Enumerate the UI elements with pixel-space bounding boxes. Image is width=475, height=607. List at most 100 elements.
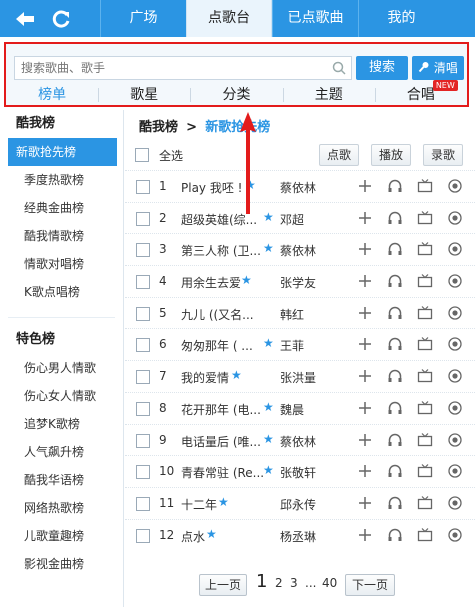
- song-artist[interactable]: 张敬轩: [280, 464, 316, 481]
- song-checkbox[interactable]: [136, 433, 150, 448]
- song-title[interactable]: 电话量后 (唯...: [181, 433, 261, 450]
- add-icon[interactable]: [357, 463, 373, 479]
- song-row[interactable]: 11 十二年 ★ 邱永传: [125, 486, 475, 519]
- song-title[interactable]: 九儿 ((又名...: [181, 306, 254, 323]
- tv-icon[interactable]: [417, 463, 433, 479]
- add-icon[interactable]: [357, 400, 373, 416]
- page-current[interactable]: 1: [256, 571, 267, 592]
- add-icon[interactable]: [357, 273, 373, 289]
- tv-icon[interactable]: [417, 527, 433, 543]
- song-artist[interactable]: 魏晨: [280, 401, 304, 418]
- headphones-icon[interactable]: [387, 463, 403, 479]
- record-icon[interactable]: [447, 495, 463, 511]
- page-link-last[interactable]: 40: [322, 576, 337, 590]
- song-artist[interactable]: 邱永传: [280, 496, 316, 513]
- tab-plaza[interactable]: 广场: [100, 0, 186, 37]
- song-row[interactable]: 3 第三人称 (卫... ★ 蔡依林: [125, 233, 475, 265]
- category-charts[interactable]: 榜单: [6, 84, 98, 106]
- record-icon[interactable]: [447, 210, 463, 226]
- record-icon[interactable]: [447, 368, 463, 384]
- add-icon[interactable]: [357, 432, 373, 448]
- song-checkbox[interactable]: [136, 306, 150, 321]
- song-title[interactable]: 花开那年 (电...: [181, 401, 261, 418]
- record-icon[interactable]: [447, 178, 463, 194]
- song-row[interactable]: 9 电话量后 (唯... ★ 蔡依林: [125, 423, 475, 456]
- song-row[interactable]: 2 超级英雄(综... ★ 邓超: [125, 201, 475, 234]
- add-icon[interactable]: [357, 305, 373, 321]
- headphones-icon[interactable]: [387, 527, 403, 543]
- record-icon[interactable]: [447, 400, 463, 416]
- headphones-icon[interactable]: [387, 432, 403, 448]
- category-genres[interactable]: 分类: [190, 84, 282, 106]
- record-icon[interactable]: [447, 432, 463, 448]
- song-artist[interactable]: 邓超: [280, 211, 304, 228]
- order-button[interactable]: 点歌: [319, 144, 359, 166]
- add-icon[interactable]: [357, 241, 373, 257]
- song-artist[interactable]: 蔡依林: [280, 242, 316, 259]
- song-checkbox[interactable]: [136, 528, 150, 543]
- headphones-icon[interactable]: [387, 241, 403, 257]
- tv-icon[interactable]: [417, 432, 433, 448]
- search-icon[interactable]: [331, 60, 347, 76]
- tv-icon[interactable]: [417, 336, 433, 352]
- song-row[interactable]: 12 点水 ★ 杨丞琳: [125, 518, 475, 551]
- song-artist[interactable]: 蔡依林: [280, 433, 316, 450]
- tv-icon[interactable]: [417, 178, 433, 194]
- play-button[interactable]: 播放: [371, 144, 411, 166]
- headphones-icon[interactable]: [387, 368, 403, 384]
- add-icon[interactable]: [357, 495, 373, 511]
- song-artist[interactable]: 张洪量: [280, 369, 316, 386]
- sidebar-item[interactable]: K歌点唱榜: [8, 278, 117, 306]
- tv-icon[interactable]: [417, 273, 433, 289]
- song-checkbox[interactable]: [136, 211, 150, 226]
- add-icon[interactable]: [357, 178, 373, 194]
- sidebar-item[interactable]: 经典金曲榜: [8, 194, 117, 222]
- song-checkbox[interactable]: [136, 338, 150, 353]
- song-row[interactable]: 4 用余生去爱 ★ 张学友: [125, 265, 475, 297]
- song-row[interactable]: 8 花开那年 (电... ★ 魏晨: [125, 391, 475, 424]
- headphones-icon[interactable]: [387, 210, 403, 226]
- record-button[interactable]: 录歌: [423, 144, 463, 166]
- breadcrumb-root[interactable]: 酷我榜: [139, 120, 178, 135]
- song-title[interactable]: 点水: [181, 528, 205, 545]
- sidebar-item[interactable]: 追梦K歌榜: [8, 410, 117, 438]
- add-icon[interactable]: [357, 210, 373, 226]
- song-title[interactable]: 青春常驻 (Re...: [181, 464, 264, 481]
- song-title[interactable]: 我的爱情: [181, 369, 229, 386]
- sidebar-item[interactable]: 网络热歌榜: [8, 494, 117, 522]
- song-row[interactable]: 10 青春常驻 (Re... ★ 张敬轩: [125, 455, 475, 487]
- headphones-icon[interactable]: [387, 400, 403, 416]
- song-artist[interactable]: 韩红: [280, 306, 304, 323]
- prev-page-button[interactable]: 上一页: [199, 574, 247, 596]
- headphones-icon[interactable]: [387, 336, 403, 352]
- tab-song-station[interactable]: 点歌台: [186, 0, 272, 37]
- search-input[interactable]: [15, 57, 315, 79]
- sidebar-item[interactable]: 伤心女人情歌: [8, 382, 117, 410]
- record-icon[interactable]: [447, 336, 463, 352]
- tv-icon[interactable]: [417, 241, 433, 257]
- record-icon[interactable]: [447, 527, 463, 543]
- song-title[interactable]: 十二年: [181, 496, 217, 513]
- song-checkbox[interactable]: [136, 243, 150, 258]
- song-title[interactable]: Play 我呸 !: [181, 179, 242, 196]
- sidebar-item[interactable]: 新歌抢先榜: [8, 138, 117, 166]
- sidebar-item[interactable]: 酷我华语榜: [8, 466, 117, 494]
- sidebar-item[interactable]: 人气飙升榜: [8, 438, 117, 466]
- headphones-icon[interactable]: [387, 495, 403, 511]
- add-icon[interactable]: [357, 527, 373, 543]
- song-checkbox[interactable]: [136, 370, 150, 385]
- page-link[interactable]: 3: [290, 576, 298, 590]
- add-icon[interactable]: [357, 336, 373, 352]
- song-checkbox[interactable]: [136, 275, 150, 290]
- sidebar-item[interactable]: 伤心男人情歌: [8, 354, 117, 382]
- song-title[interactable]: 用余生去爱: [181, 274, 241, 291]
- song-row[interactable]: 5 九儿 ((又名... 韩红: [125, 296, 475, 329]
- next-page-button[interactable]: 下一页: [345, 574, 395, 596]
- headphones-icon[interactable]: [387, 305, 403, 321]
- back-arrow-icon[interactable]: [12, 6, 38, 32]
- select-all-checkbox[interactable]: [135, 148, 149, 162]
- category-themes[interactable]: 主题: [282, 84, 375, 106]
- headphones-icon[interactable]: [387, 273, 403, 289]
- song-artist[interactable]: 王菲: [280, 337, 304, 354]
- sidebar-item[interactable]: 酷我情歌榜: [8, 222, 117, 250]
